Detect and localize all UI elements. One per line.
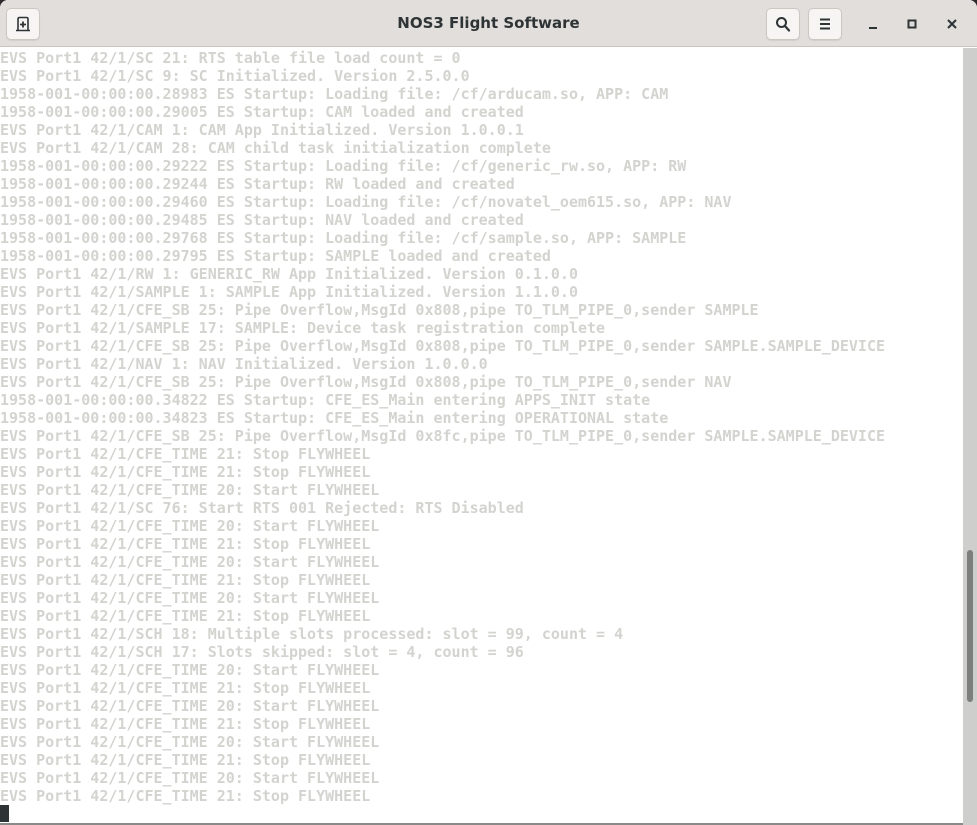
terminal-line: 1958-001-00:00:00.29485 ES Startup: NAV … [0,211,524,229]
terminal-output[interactable]: EVS Port1 42/1/SC 21: RTS table file loa… [0,48,963,825]
terminal-line: EVS Port1 42/1/CFE_SB 25: Pipe Overflow,… [0,427,886,445]
close-button[interactable] [938,10,966,38]
terminal-line: 1958-001-00:00:00.34823 ES Startup: CFE_… [0,409,669,427]
terminal-line: EVS Port1 42/1/CFE_SB 25: Pipe Overflow,… [0,337,886,355]
terminal-line: EVS Port1 42/1/CFE_TIME 20: Start FLYWHE… [0,481,380,499]
maximize-icon [907,19,917,29]
vertical-scrollbar[interactable] [963,48,977,825]
terminal-line: EVS Port1 42/1/CFE_TIME 21: Stop FLYWHEE… [0,787,371,805]
header-bar: NOS3 Flight Software [0,0,977,47]
terminal-line: EVS Port1 42/1/CFE_TIME 20: Start FLYWHE… [0,553,380,571]
terminal-line: 1958-001-00:00:00.29795 ES Startup: SAMP… [0,247,551,265]
terminal-line: EVS Port1 42/1/SAMPLE 17: SAMPLE: Device… [0,319,606,337]
terminal-line: EVS Port1 42/1/CFE_TIME 21: Stop FLYWHEE… [0,571,371,589]
terminal-line: 1958-001-00:00:00.28983 ES Startup: Load… [0,85,669,103]
terminal-line: EVS Port1 42/1/CFE_SB 25: Pipe Overflow,… [0,301,759,319]
terminal-line: EVS Port1 42/1/SC 76: Start RTS 001 Reje… [0,499,524,517]
terminal-line: EVS Port1 42/1/CFE_TIME 21: Stop FLYWHEE… [0,715,371,733]
terminal-window: NOS3 Flight Software EVS Port1 42/1/SC 2… [0,0,977,825]
terminal-line: EVS Port1 42/1/CAM 1: CAM App Initialize… [0,121,524,139]
terminal-line: EVS Port1 42/1/SCH 18: Multiple slots pr… [0,625,624,643]
terminal-line: EVS Port1 42/1/CFE_TIME 21: Stop FLYWHEE… [0,607,371,625]
terminal-line: 1958-001-00:00:00.29222 ES Startup: Load… [0,157,687,175]
terminal-line: 1958-001-00:00:00.29768 ES Startup: Load… [0,229,687,247]
new-tab-button[interactable] [6,8,40,40]
terminal-line: EVS Port1 42/1/SC 21: RTS table file loa… [0,49,461,67]
terminal-line: EVS Port1 42/1/CAM 28: CAM child task in… [0,139,551,157]
terminal-lines: EVS Port1 42/1/SC 21: RTS table file loa… [0,49,885,805]
terminal-line: 1958-001-00:00:00.29005 ES Startup: CAM … [0,103,524,121]
minimize-icon [869,27,877,29]
maximize-button[interactable] [898,10,926,38]
terminal-cursor [0,805,9,822]
terminal-line: EVS Port1 42/1/SCH 17: Slots skipped: sl… [0,643,524,661]
hamburger-menu-icon [820,18,830,30]
terminal-line: 1958-001-00:00:00.29460 ES Startup: Load… [0,193,732,211]
terminal-line: EVS Port1 42/1/CFE_TIME 21: Stop FLYWHEE… [0,535,371,553]
terminal-line: EVS Port1 42/1/CFE_TIME 20: Start FLYWHE… [0,733,380,751]
search-button[interactable] [766,8,800,40]
terminal-line: EVS Port1 42/1/CFE_TIME 21: Stop FLYWHEE… [0,679,371,697]
terminal-line: EVS Port1 42/1/SC 9: SC Initialized. Ver… [0,67,470,85]
terminal-line: 1958-001-00:00:00.29244 ES Startup: RW l… [0,175,515,193]
scrollbar-thumb[interactable] [967,550,973,703]
terminal-line: EVS Port1 42/1/NAV 1: NAV Initialized. V… [0,355,488,373]
terminal-line: EVS Port1 42/1/RW 1: GENERIC_RW App Init… [0,265,578,283]
terminal-line: EVS Port1 42/1/CFE_TIME 20: Start FLYWHE… [0,517,380,535]
terminal-line: EVS Port1 42/1/CFE_TIME 20: Start FLYWHE… [0,589,380,607]
terminal-line: EVS Port1 42/1/CFE_SB 25: Pipe Overflow,… [0,373,732,391]
search-icon [776,17,791,32]
terminal-line: EVS Port1 42/1/CFE_TIME 20: Start FLYWHE… [0,769,380,787]
menu-button[interactable] [808,8,842,40]
terminal-line: EVS Port1 42/1/CFE_TIME 21: Stop FLYWHEE… [0,463,371,481]
terminal-line: EVS Port1 42/1/CFE_TIME 21: Stop FLYWHEE… [0,445,371,463]
terminal-line: EVS Port1 42/1/CFE_TIME 20: Start FLYWHE… [0,661,380,679]
close-icon [947,19,957,29]
terminal-line: EVS Port1 42/1/CFE_TIME 20: Start FLYWHE… [0,697,380,715]
terminal-line: 1958-001-00:00:00.34822 ES Startup: CFE_… [0,391,651,409]
terminal-line: EVS Port1 42/1/CFE_TIME 21: Stop FLYWHEE… [0,751,371,769]
terminal-line: EVS Port1 42/1/SAMPLE 1: SAMPLE App Init… [0,283,578,301]
minimize-button[interactable] [859,10,887,38]
new-tab-icon [16,16,30,32]
